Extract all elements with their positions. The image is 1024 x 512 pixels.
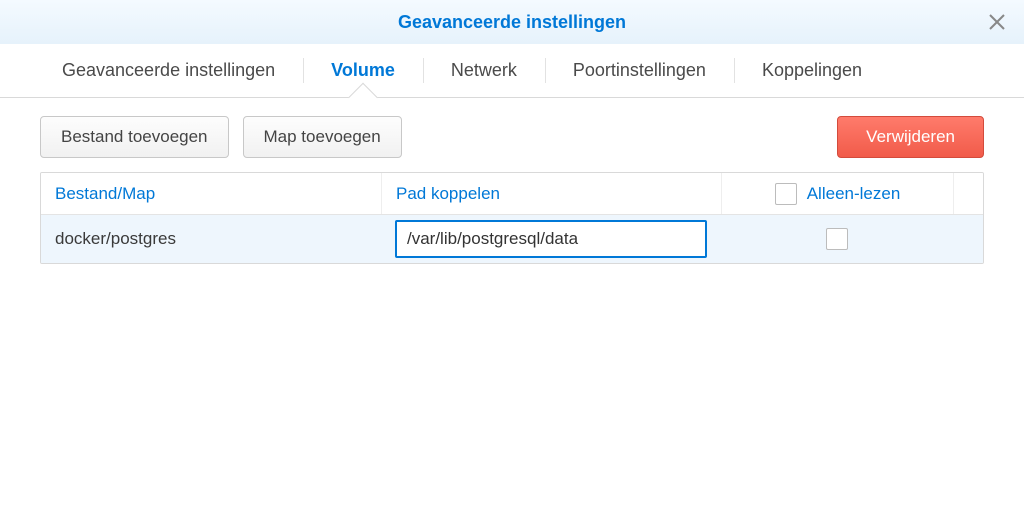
column-header-filemap[interactable]: Bestand/Map [41, 173, 381, 214]
cell-spacer [953, 215, 983, 263]
tab-port-settings[interactable]: Poortinstellingen [545, 44, 734, 97]
tab-links[interactable]: Koppelingen [734, 44, 890, 97]
tab-volume[interactable]: Volume [303, 44, 423, 97]
mount-path-input[interactable] [395, 220, 707, 258]
readonly-checkbox[interactable] [826, 228, 848, 250]
column-header-mountpath[interactable]: Pad koppelen [381, 173, 721, 214]
tab-label: Koppelingen [762, 60, 862, 81]
tab-label: Poortinstellingen [573, 60, 706, 81]
dialog-header: Geavanceerde instellingen [0, 0, 1024, 44]
cell-mountpath [381, 215, 721, 263]
column-header-readonly-label: Alleen-lezen [807, 184, 901, 204]
volume-table: Bestand/Map Pad koppelen Alleen-lezen do… [40, 172, 984, 264]
tab-network[interactable]: Netwerk [423, 44, 545, 97]
cell-readonly [721, 215, 953, 263]
add-folder-button[interactable]: Map toevoegen [243, 116, 402, 158]
tab-bar: Geavanceerde instellingen Volume Netwerk… [0, 44, 1024, 98]
delete-button[interactable]: Verwijderen [837, 116, 984, 158]
add-file-button[interactable]: Bestand toevoegen [40, 116, 229, 158]
tab-label: Netwerk [451, 60, 517, 81]
column-header-readonly[interactable]: Alleen-lezen [721, 173, 953, 214]
tab-advanced-settings[interactable]: Geavanceerde instellingen [34, 44, 303, 97]
tab-label: Volume [331, 60, 395, 81]
close-icon[interactable] [988, 13, 1006, 31]
dialog-window: Geavanceerde instellingen Geavanceerde i… [0, 0, 1024, 512]
toolbar: Bestand toevoegen Map toevoegen Verwijde… [0, 98, 1024, 172]
readonly-header-checkbox[interactable] [775, 183, 797, 205]
cell-filemap: docker/postgres [41, 215, 381, 263]
table-row[interactable]: docker/postgres [41, 215, 983, 263]
table-header: Bestand/Map Pad koppelen Alleen-lezen [41, 173, 983, 215]
dialog-title: Geavanceerde instellingen [398, 12, 626, 33]
column-header-spacer [953, 173, 983, 214]
tab-label: Geavanceerde instellingen [62, 60, 275, 81]
